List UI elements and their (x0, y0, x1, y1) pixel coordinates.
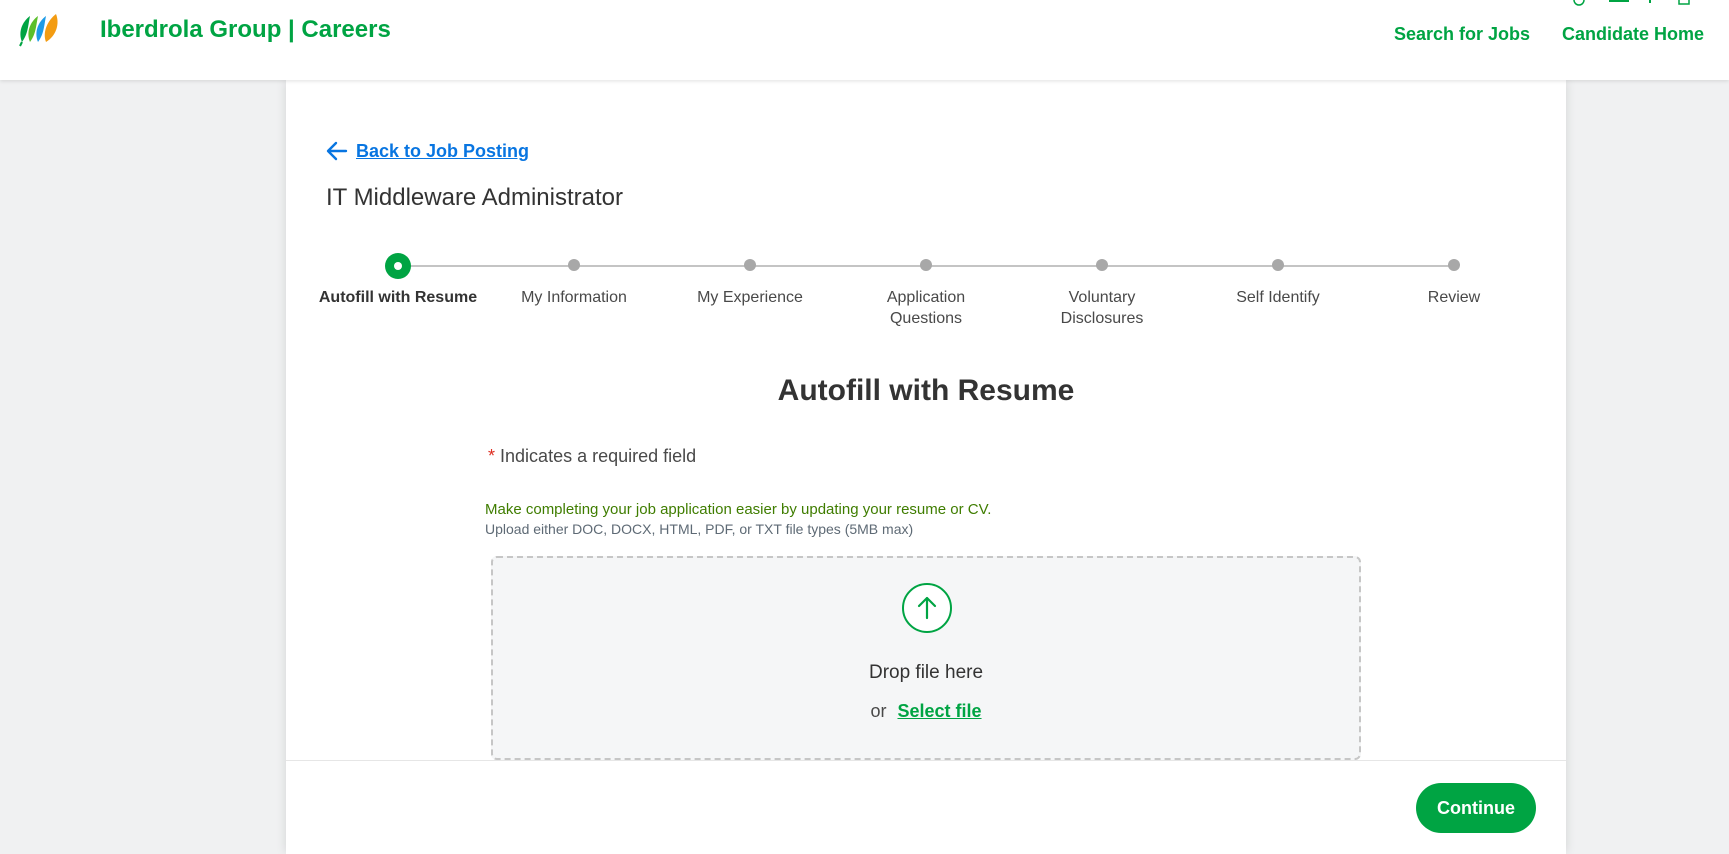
continue-button[interactable]: Continue (1416, 783, 1536, 833)
resume-upload-hint: Make completing your job application eas… (485, 501, 992, 518)
header-utility-icons (1573, 0, 1690, 6)
section-title: Autofill with Resume (777, 374, 1075, 407)
top-header: Iberdrola Group | Careers Search for Job… (0, 0, 1729, 80)
step-label: My Experience (697, 289, 803, 306)
step-dot (1272, 259, 1284, 271)
back-to-job-posting-link[interactable]: Back to Job Posting (326, 140, 529, 162)
arrow-left-icon (326, 141, 348, 161)
step-dot (1096, 259, 1108, 271)
required-field-note: * Indicates a required field (488, 446, 696, 467)
job-title: IT Middleware Administrator (326, 184, 623, 211)
nav-search-for-jobs[interactable]: Search for Jobs (1394, 24, 1530, 45)
step-dot (744, 259, 756, 271)
footer-action-bar: Continue (286, 760, 1566, 854)
iberdrola-logo-icon[interactable] (16, 8, 64, 48)
step-label: Review (1427, 289, 1481, 306)
application-card: Back to Job Posting IT Middleware Admini… (286, 80, 1566, 854)
step-label: Autofill with Resume (318, 289, 478, 306)
file-type-hint: Upload either DOC, DOCX, HTML, PDF, or T… (485, 521, 914, 537)
required-asterisk: * (488, 446, 496, 466)
upload-arrow-icon[interactable] (901, 582, 953, 634)
step-label: My Information (521, 289, 627, 306)
brand-title[interactable]: Iberdrola Group | Careers (100, 16, 391, 44)
step-label: Self Identify (1236, 289, 1320, 306)
back-link-label[interactable]: Back to Job Posting (356, 141, 529, 162)
select-file-button[interactable]: Select file (897, 701, 981, 721)
step-label: Voluntary Disclosures (1060, 289, 1144, 327)
step-current-indicator (385, 253, 411, 279)
step-dot (920, 259, 932, 271)
required-note-text: Indicates a required field (500, 446, 697, 466)
drop-file-label: Drop file here (868, 662, 984, 683)
select-file-line: or Select file (493, 701, 1359, 722)
step-dot (1448, 259, 1460, 271)
resume-dropzone[interactable]: Drop file here or Select file (491, 556, 1361, 760)
step-dot (568, 259, 580, 271)
nav-candidate-home[interactable]: Candidate Home (1562, 24, 1704, 45)
step-label: Application Questions (886, 289, 966, 327)
progress-stepper: Autofill with Resume My Information My E… (286, 245, 1566, 345)
or-text: or (870, 701, 887, 721)
